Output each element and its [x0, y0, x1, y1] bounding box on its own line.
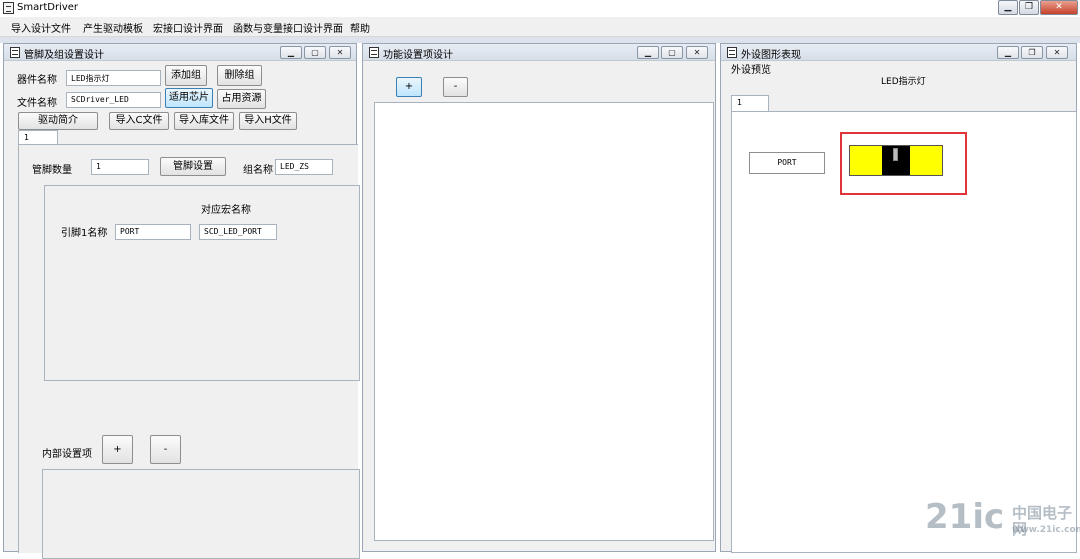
file-name-field[interactable]: SCDriver_LED: [66, 92, 161, 108]
window-icon: [10, 47, 20, 58]
import-lib-button[interactable]: 导入库文件: [174, 112, 234, 130]
pin1-label: 引脚1名称: [61, 228, 108, 239]
tab-1[interactable]: 1: [731, 95, 769, 112]
close-icon[interactable]: ✕: [686, 46, 708, 59]
file-name-label: 文件名称: [17, 98, 57, 109]
function-list-area[interactable]: [374, 102, 714, 541]
minimize-icon[interactable]: ▁: [998, 0, 1018, 15]
internal-settings-label: 内部设置项: [42, 449, 92, 460]
pane-title: 外设图形表现: [741, 50, 801, 61]
tab-1[interactable]: 1: [18, 130, 58, 145]
maximize-icon[interactable]: ▢: [661, 46, 683, 59]
pane-title-bar: 功能设置项设计 ▁ ▢ ✕: [363, 44, 715, 61]
chip-button[interactable]: 适用芯片: [165, 88, 213, 108]
menu-generate-template[interactable]: 产生驱动模板: [83, 20, 143, 35]
pin-list-panel: 对应宏名称 引脚1名称 PORT SCD_LED_PORT: [44, 185, 360, 381]
app-title: SmartDriver: [17, 2, 79, 13]
minimize-icon[interactable]: ▁: [280, 46, 302, 59]
menu-help[interactable]: 帮助: [350, 20, 370, 35]
menu-macro-interface[interactable]: 宏接口设计界面: [153, 20, 223, 35]
window-icon: [727, 47, 737, 58]
pane-title-bar: 外设图形表现 ▁ ❐ ✕: [721, 44, 1076, 61]
port-button[interactable]: PORT: [749, 152, 825, 174]
device-name-label: 器件名称: [17, 75, 57, 86]
import-h-button[interactable]: 导入H文件: [239, 112, 297, 130]
pin-group-design-pane: 管脚及组设置设计 ▁ ▢ ✕ 器件名称 LED指示灯 添加组 删除组 文件名称 …: [3, 43, 360, 559]
add-group-button[interactable]: 添加组: [165, 65, 207, 86]
delete-group-button[interactable]: 删除组: [217, 65, 262, 86]
minimize-icon[interactable]: ▁: [997, 46, 1019, 59]
watermark-url: www.21ic.com: [1012, 525, 1080, 535]
internal-settings-panel: [42, 469, 360, 559]
restore-icon[interactable]: ❐: [1021, 46, 1043, 59]
function-settings-pane: 功能设置项设计 ▁ ▢ ✕ + -: [362, 43, 716, 552]
app-icon: [3, 2, 14, 14]
minimize-icon[interactable]: ▁: [637, 46, 659, 59]
pane-title: 功能设置项设计: [383, 50, 453, 61]
peripheral-graphics-pane: 外设图形表现 ▁ ❐ ✕ 外设预览 LED指示灯 1 PORT: [720, 43, 1077, 553]
remove-function-button[interactable]: -: [443, 77, 468, 97]
close-icon[interactable]: ✕: [1046, 46, 1068, 59]
device-name-field[interactable]: LED指示灯: [66, 70, 161, 86]
driver-intro-button[interactable]: 驱动简介: [18, 112, 98, 130]
group-name-label: 组名称: [243, 165, 273, 176]
close-icon[interactable]: ✕: [329, 46, 351, 59]
close-icon[interactable]: ✕: [1040, 0, 1078, 15]
import-c-button[interactable]: 导入C文件: [109, 112, 169, 130]
app-title-bar: SmartDriver ▁ ❐ ✕: [0, 0, 1080, 17]
pin-count-field[interactable]: 1: [91, 159, 149, 175]
remove-internal-button[interactable]: -: [150, 435, 181, 464]
resource-button[interactable]: 占用资源: [217, 89, 266, 109]
preview-canvas: PORT: [731, 111, 1077, 553]
add-internal-button[interactable]: +: [102, 435, 133, 464]
pane-title-bar: 管脚及组设置设计 ▁ ▢ ✕: [4, 44, 356, 61]
menu-bar: 导入设计文件 产生驱动模板 宏接口设计界面 函数与变量接口设计界面 帮助: [0, 17, 1080, 37]
group-name-field[interactable]: LED_ZS: [275, 159, 333, 175]
led-icon: [849, 145, 943, 176]
tab-content: 管脚数量 1 管脚设置 组名称 LED_ZS 对应宏名称 引脚1名称 PORT …: [18, 144, 360, 559]
watermark-logo: 21ic: [925, 497, 1005, 537]
pin1-name-field[interactable]: PORT: [115, 224, 191, 240]
window-icon: [369, 47, 379, 58]
maximize-icon[interactable]: ▢: [304, 46, 326, 59]
macro-header: 对应宏名称: [201, 205, 251, 216]
led-pin: [893, 148, 898, 161]
add-function-button[interactable]: +: [396, 77, 422, 97]
preview-label: 外设预览: [731, 65, 771, 76]
restore-icon[interactable]: ❐: [1019, 0, 1039, 15]
menu-function-interface[interactable]: 函数与变量接口设计界面: [233, 20, 343, 35]
menu-import-design[interactable]: 导入设计文件: [11, 20, 71, 35]
device-title: LED指示灯: [881, 77, 926, 87]
pin-settings-button[interactable]: 管脚设置: [160, 157, 226, 176]
pin-count-label: 管脚数量: [32, 165, 72, 176]
led-core: [882, 146, 910, 175]
pane-title: 管脚及组设置设计: [24, 50, 104, 61]
pin1-macro-field[interactable]: SCD_LED_PORT: [199, 224, 277, 240]
highlight-box: [840, 132, 967, 195]
